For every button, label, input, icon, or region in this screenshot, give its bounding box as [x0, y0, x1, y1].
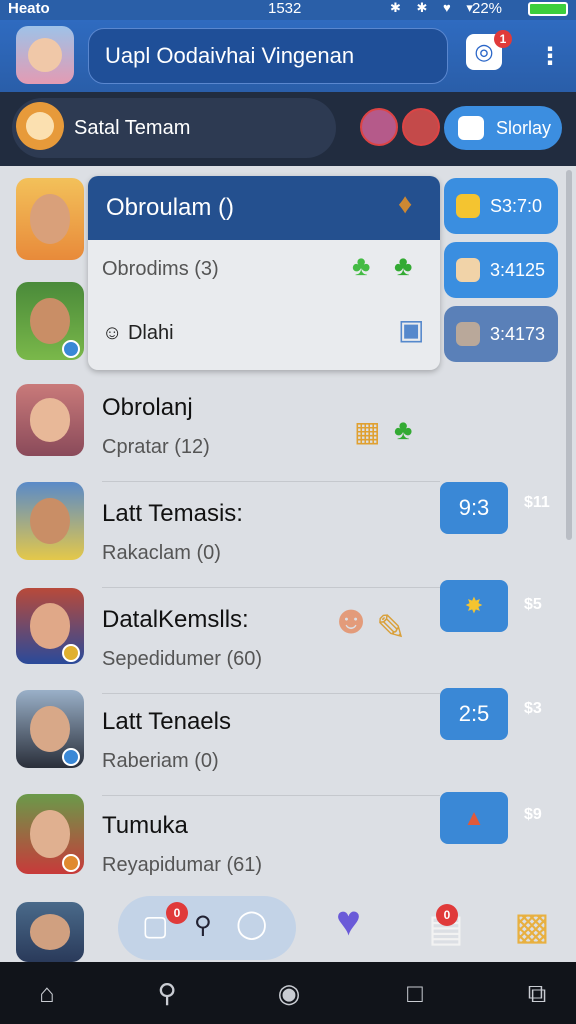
contact-avatar	[16, 482, 84, 560]
sticker-food-icon: ✎	[376, 607, 407, 648]
carrier-label: Heato	[8, 0, 50, 17]
time-chip[interactable]: ▲	[440, 792, 508, 844]
time-chip[interactable]: ✸	[440, 580, 508, 632]
section-label: Satal Temam	[74, 117, 191, 139]
contact-avatar[interactable]	[16, 178, 84, 260]
home-icon[interactable]: ⌂	[32, 978, 62, 1008]
verified-icon	[62, 748, 80, 766]
system-nav-bar: ⌂ ⚲ ◉ □ ⧉	[0, 962, 576, 1024]
contact-name: DatalKemslls:	[102, 606, 249, 633]
sub-header: Satal Temam Slorlay	[0, 92, 576, 166]
user-icon	[458, 116, 484, 140]
chip-2[interactable]: 3:4125	[444, 242, 558, 298]
status-bar: Heato 1532 ✱ ✱ ♥ ▾ 22%	[0, 0, 576, 20]
search-icon[interactable]: ⚲	[194, 914, 212, 938]
side-time: $3	[524, 700, 542, 717]
contact-name: Latt Temasis:	[102, 500, 243, 527]
friend-avatar-2[interactable]	[402, 108, 440, 146]
chip-1[interactable]: S3:7:0	[444, 178, 558, 234]
sticker-icon: ♣	[394, 414, 413, 445]
recents-icon[interactable]: □	[400, 978, 430, 1008]
cake-icon: ▲	[463, 805, 485, 830]
bread-icon[interactable]: ▩	[514, 908, 550, 946]
more-vertical-icon[interactable]: ⋮	[538, 42, 562, 72]
message-preview: Raberiam (0)	[102, 750, 219, 772]
conversation-row[interactable]: Latt Tenaels Raberiam (0) 2:5 $3	[0, 688, 560, 796]
message-preview: Sepedidumer (60)	[102, 648, 263, 670]
battery-percent: 22%	[472, 0, 503, 17]
back-icon[interactable]: ⧉	[522, 978, 552, 1008]
conversation-row[interactable]: Latt Temasis: Rakaclam (0) 9:3 $11	[0, 482, 560, 588]
notification-badge: 0	[166, 902, 188, 924]
popup-title: Obroulam ()	[88, 176, 440, 240]
side-time: $5	[524, 596, 542, 613]
time-chip[interactable]: 2:5	[440, 688, 508, 740]
status-icons: ✱ ✱ ♥ ▾	[390, 0, 479, 15]
popup-line-1[interactable]: Obrodims (3)	[102, 258, 219, 281]
conversation-row[interactable]: Tumuka Reyapidumar (61) ▲ $9	[0, 792, 560, 900]
star-icon	[456, 194, 480, 218]
verified-icon	[62, 644, 80, 662]
clock: 1532	[268, 0, 302, 17]
contact-name: Obrolanj	[102, 394, 193, 421]
message-preview: Cpratar (12)	[102, 436, 210, 458]
profile-avatar[interactable]	[16, 26, 74, 84]
gift-icon: ▦	[354, 416, 381, 447]
contact-name: Latt Tenaels	[102, 708, 231, 735]
contact-avatar	[16, 384, 84, 456]
side-time: $11	[524, 494, 550, 511]
box-icon: ▣	[398, 314, 425, 345]
notification-badge: 0	[436, 904, 458, 926]
scrollbar[interactable]	[566, 170, 572, 540]
chat-bubble-icon[interactable]: ▢	[142, 912, 168, 940]
follow-button[interactable]: Slorlay	[444, 106, 562, 150]
whatsapp-icon[interactable]: ◯	[236, 910, 267, 938]
follow-label: Slorlay	[496, 118, 552, 138]
side-time: $9	[524, 806, 542, 823]
verified-icon	[62, 340, 80, 358]
conversation-row[interactable]: DatalKemslls: Sepedidumer (60) ☻ ✎ ✸ $5	[0, 580, 560, 694]
battery-icon	[528, 2, 568, 16]
quick-actions-bar: ▢ ⚲ ◯	[118, 896, 296, 960]
search-icon[interactable]: ⚲	[152, 978, 182, 1008]
app-header: Uapl Oodaivhai Vingenan ◎ 1 ⋮	[0, 20, 576, 92]
face-icon	[456, 322, 480, 346]
conversation-row[interactable]: Obrolanj Cpratar (12) ▦ ♣	[0, 376, 560, 482]
emoji-icon: ☺	[102, 322, 128, 344]
message-preview: Rakaclam (0)	[102, 542, 221, 564]
record-icon[interactable]: ◉	[274, 978, 304, 1008]
app-title[interactable]: Uapl Oodaivhai Vingenan	[88, 28, 448, 84]
verified-icon	[62, 854, 80, 872]
message-preview: Reyapidumar (61)	[102, 854, 263, 876]
heart-sticker-icon[interactable]: ♥	[336, 900, 361, 942]
sticker-icon: ♣	[394, 250, 413, 281]
sticker-icon: ♣	[352, 250, 371, 281]
face-icon	[456, 258, 480, 282]
section-mascot-icon	[16, 102, 64, 150]
popup-line-2[interactable]: ☺ Dlahi	[102, 322, 174, 345]
star-icon: ✸	[464, 593, 484, 618]
contact-name: Tumuka	[102, 812, 188, 839]
chip-3[interactable]: 3:4173	[444, 306, 558, 362]
friend-avatar-1[interactable]	[360, 108, 398, 146]
sticker-face-icon: ☻	[330, 598, 373, 642]
gift-icon: ♦	[398, 188, 413, 219]
chat-popup[interactable]: Obroulam () Obrodims (3) ☺ Dlahi ♦ ♣ ♣ ▣	[88, 176, 440, 370]
contact-avatar[interactable]	[16, 902, 84, 962]
time-chip[interactable]: 9:3	[440, 482, 508, 534]
notification-badge: 1	[494, 30, 512, 48]
